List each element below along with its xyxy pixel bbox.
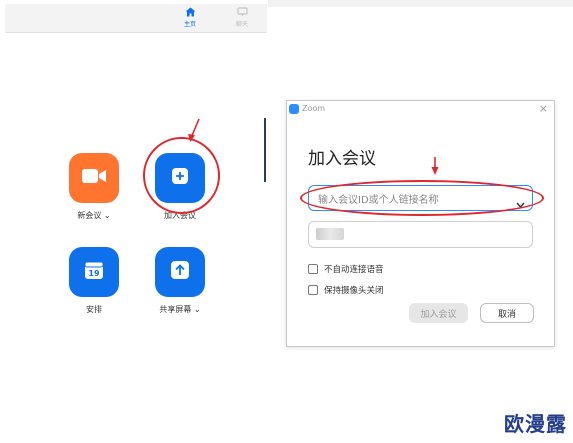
tab-home-label: 主页 [183, 21, 196, 28]
join-highlight-circle [143, 137, 220, 214]
dialog-title: 加入会议 [308, 149, 376, 169]
join-button[interactable]: 加入会议 [409, 303, 468, 323]
share-screen-button[interactable] [155, 247, 205, 297]
annotation-arrow-icon [188, 118, 200, 142]
camera-off-option[interactable]: 保持摄像头关闭 [308, 284, 384, 296]
tab-home[interactable]: 主页 [175, 7, 205, 28]
zoom-logo-icon [289, 104, 299, 114]
zoom-home-panel: 主页 聊天 新会议 ⌄ 加入会议 19 安排 共享屏幕 ⌄ [0, 0, 267, 443]
no-audio-checkbox[interactable] [308, 264, 318, 274]
chevron-down-icon[interactable]: ⌄ [194, 305, 201, 314]
meeting-id-highlight-ellipse [300, 180, 544, 216]
calendar-icon: 19 [83, 259, 105, 285]
cancel-button[interactable]: 取消 [480, 303, 534, 323]
chat-icon [227, 7, 257, 19]
schedule-button[interactable]: 19 [69, 247, 119, 297]
display-name-input[interactable] [308, 221, 533, 248]
share-screen-label: 共享屏幕 ⌄ [159, 305, 201, 314]
tab-chat[interactable]: 聊天 [227, 7, 257, 28]
top-nav-bar: 主页 聊天 [5, 4, 267, 33]
camera-off-checkbox[interactable] [308, 285, 318, 295]
no-audio-label: 不自动连接语音 [324, 265, 384, 275]
close-icon[interactable]: × [539, 102, 548, 115]
no-audio-option[interactable]: 不自动连接语音 [308, 263, 384, 275]
dialog-titlebar: Zoom × [287, 101, 554, 117]
new-meeting-button[interactable] [69, 153, 119, 203]
panel-divider [264, 118, 266, 182]
share-up-arrow-icon [170, 260, 190, 284]
calendar-day: 19 [88, 269, 100, 278]
new-meeting-action[interactable]: 新会议 ⌄ [54, 153, 134, 221]
top-strip [268, 0, 573, 7]
share-screen-action[interactable]: 共享屏幕 ⌄ [140, 247, 220, 315]
join-meeting-dialog: Zoom × 加入会议 输入会议ID或个人链接名称 不自动连接语音 保持摄像头关… [286, 100, 555, 347]
schedule-label: 安排 [86, 305, 102, 314]
schedule-action[interactable]: 19 安排 [54, 247, 134, 315]
video-camera-icon [81, 167, 107, 189]
home-icon [175, 7, 205, 19]
dialog-app-name: Zoom [302, 104, 326, 113]
annotation-arrow-icon [431, 157, 439, 175]
tab-chat-label: 聊天 [235, 21, 248, 28]
new-meeting-label: 新会议 ⌄ [77, 211, 111, 220]
camera-off-label: 保持摄像头关闭 [324, 286, 384, 296]
blurred-name-value [316, 228, 344, 240]
watermark-text: 欧漫露 [504, 412, 567, 436]
chevron-down-icon[interactable]: ⌄ [104, 211, 111, 220]
